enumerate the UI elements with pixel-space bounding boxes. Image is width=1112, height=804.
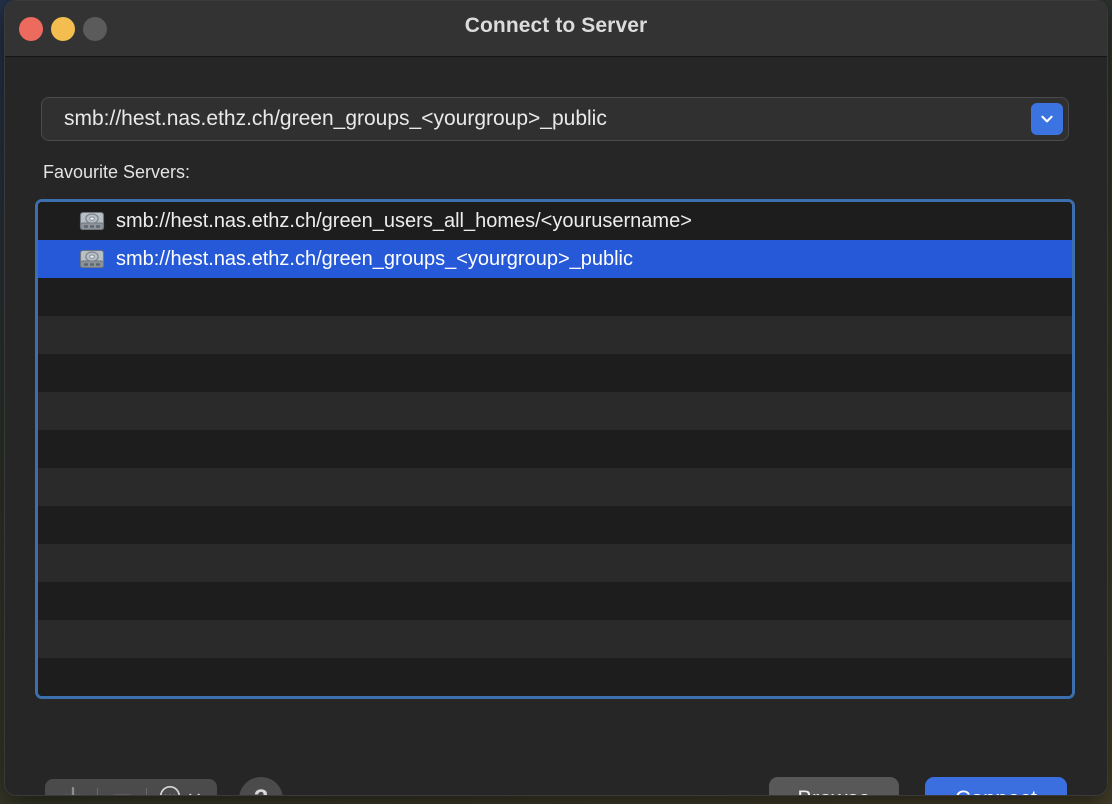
favourite-server-empty-row[interactable] xyxy=(38,392,1072,430)
favourite-server-label: smb://hest.nas.ethz.ch/green_users_all_h… xyxy=(116,209,692,232)
help-button[interactable]: ? xyxy=(239,777,283,795)
dialog-body: smb://hest.nas.ethz.ch/green_groups_<you… xyxy=(5,57,1107,795)
hard-drive-icon xyxy=(78,247,106,271)
favourite-server-empty-row[interactable] xyxy=(38,658,1072,696)
favourite-server-empty-row[interactable] xyxy=(38,582,1072,620)
chevron-down-icon xyxy=(1039,111,1055,127)
favourite-server-empty-row[interactable] xyxy=(38,544,1072,582)
favourite-server-label: smb://hest.nas.ethz.ch/green_groups_<you… xyxy=(116,247,634,270)
favourite-servers-label: Favourite Servers: xyxy=(43,162,191,182)
question-mark-icon: ? xyxy=(254,785,269,795)
favourite-server-empty-row[interactable] xyxy=(38,620,1072,658)
favourite-servers-list-rows: smb://hest.nas.ethz.ch/green_users_all_h… xyxy=(38,202,1072,696)
more-options-button[interactable] xyxy=(147,779,213,795)
favourite-server-row[interactable]: smb://hest.nas.ethz.ch/green_users_all_h… xyxy=(38,202,1072,240)
window-titlebar: Connect to Server xyxy=(5,1,1107,57)
window-title: Connect to Server xyxy=(464,14,648,37)
recent-servers-dropdown-button[interactable] xyxy=(1031,103,1063,135)
favourite-server-empty-row[interactable] xyxy=(38,316,1072,354)
server-address-value: smb://hest.nas.ethz.ch/green_groups_<you… xyxy=(64,107,607,130)
favourites-toolbar xyxy=(45,779,217,795)
favourite-server-empty-row[interactable] xyxy=(38,506,1072,544)
connect-button[interactable]: Connect xyxy=(925,777,1067,795)
favourite-server-empty-row[interactable] xyxy=(38,278,1072,316)
dialog-bottom-bar: ? Browse Connect xyxy=(5,717,1107,795)
favourite-servers-list[interactable]: smb://hest.nas.ethz.ch/green_users_all_h… xyxy=(35,199,1075,699)
server-address-input[interactable]: smb://hest.nas.ethz.ch/green_groups_<you… xyxy=(41,97,1069,141)
minus-icon xyxy=(111,785,133,795)
dialog-action-buttons: Browse Connect xyxy=(769,777,1067,795)
connect-to-server-window: Connect to Server smb://hest.nas.ethz.ch… xyxy=(4,0,1108,796)
favourite-server-row[interactable]: smb://hest.nas.ethz.ch/green_groups_<you… xyxy=(38,240,1072,278)
favourite-server-empty-row[interactable] xyxy=(38,354,1072,392)
ellipsis-circle-icon xyxy=(158,784,182,795)
remove-favourite-button[interactable] xyxy=(98,779,146,795)
hard-drive-icon xyxy=(78,209,106,233)
favourite-server-empty-row[interactable] xyxy=(38,430,1072,468)
browse-button[interactable]: Browse xyxy=(769,777,899,795)
chevron-down-icon xyxy=(187,789,202,795)
server-address-row: smb://hest.nas.ethz.ch/green_groups_<you… xyxy=(41,97,1069,141)
add-favourite-button[interactable] xyxy=(49,779,97,795)
favourite-server-empty-row[interactable] xyxy=(38,468,1072,506)
plus-icon xyxy=(62,785,84,795)
